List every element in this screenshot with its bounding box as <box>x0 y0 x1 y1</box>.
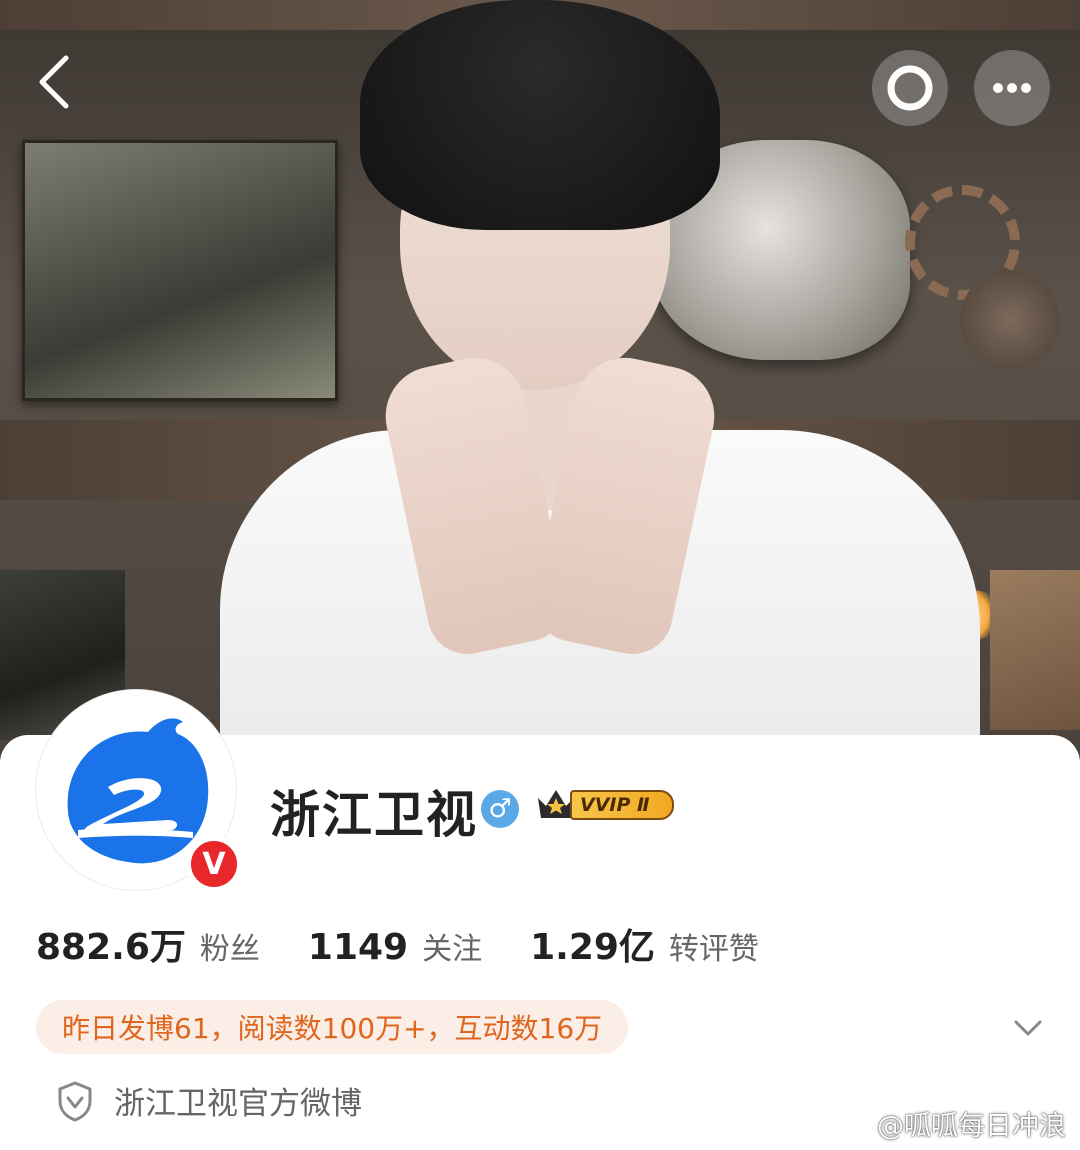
watermark-text: @呱呱每日冲浪 <box>877 1111 1066 1142</box>
stat-value: 1149 <box>307 927 409 968</box>
chevron-down-icon[interactable] <box>1010 1010 1046 1046</box>
back-button[interactable] <box>28 50 88 110</box>
stat-value: 882.6 <box>36 927 150 968</box>
activity-summary[interactable]: 昨日发博61，阅读数100万+，互动数16万 <box>36 1000 629 1054</box>
stat-following[interactable]: 1149 关注 <box>308 924 482 968</box>
stat-label: 粉丝 <box>199 932 260 967</box>
stat-label: 关注 <box>422 932 483 967</box>
more-icon <box>993 83 1031 93</box>
weibo-icon <box>835 1111 869 1138</box>
stat-interactions[interactable]: 1.29 亿 转评赞 <box>530 918 759 970</box>
stat-unit: 万 <box>149 927 186 968</box>
verified-badge: V <box>186 836 242 892</box>
person-hair <box>360 0 720 230</box>
refresh-button[interactable] <box>872 50 948 126</box>
verification-text: 浙江卫视官方微博 <box>114 1086 362 1122</box>
circle-icon <box>887 65 933 111</box>
back-icon <box>39 55 69 109</box>
wall-picture <box>990 570 1080 730</box>
profile-name: 浙江卫视 <box>270 786 478 844</box>
shield-icon <box>58 1081 92 1121</box>
gear-part <box>960 270 1060 370</box>
vvip-label: VVIP Ⅱ <box>570 790 674 820</box>
stat-label: 转评赞 <box>668 932 759 967</box>
stat-unit: 亿 <box>618 927 655 968</box>
verification-info: 浙江卫视官方微博 <box>56 1078 362 1123</box>
stat-value: 1.29 <box>530 927 619 968</box>
watermark: @呱呱每日冲浪 <box>835 1104 1066 1143</box>
wall-picture <box>22 140 338 401</box>
male-icon: ♂ <box>481 790 519 828</box>
stat-fans[interactable]: 882.6 万 粉丝 <box>36 918 260 970</box>
more-button[interactable] <box>974 50 1050 126</box>
vvip-badge[interactable]: VVIP Ⅱ <box>534 784 676 826</box>
stats-row: 882.6 万 粉丝 1149 关注 1.29 亿 转评赞 <box>36 918 807 974</box>
